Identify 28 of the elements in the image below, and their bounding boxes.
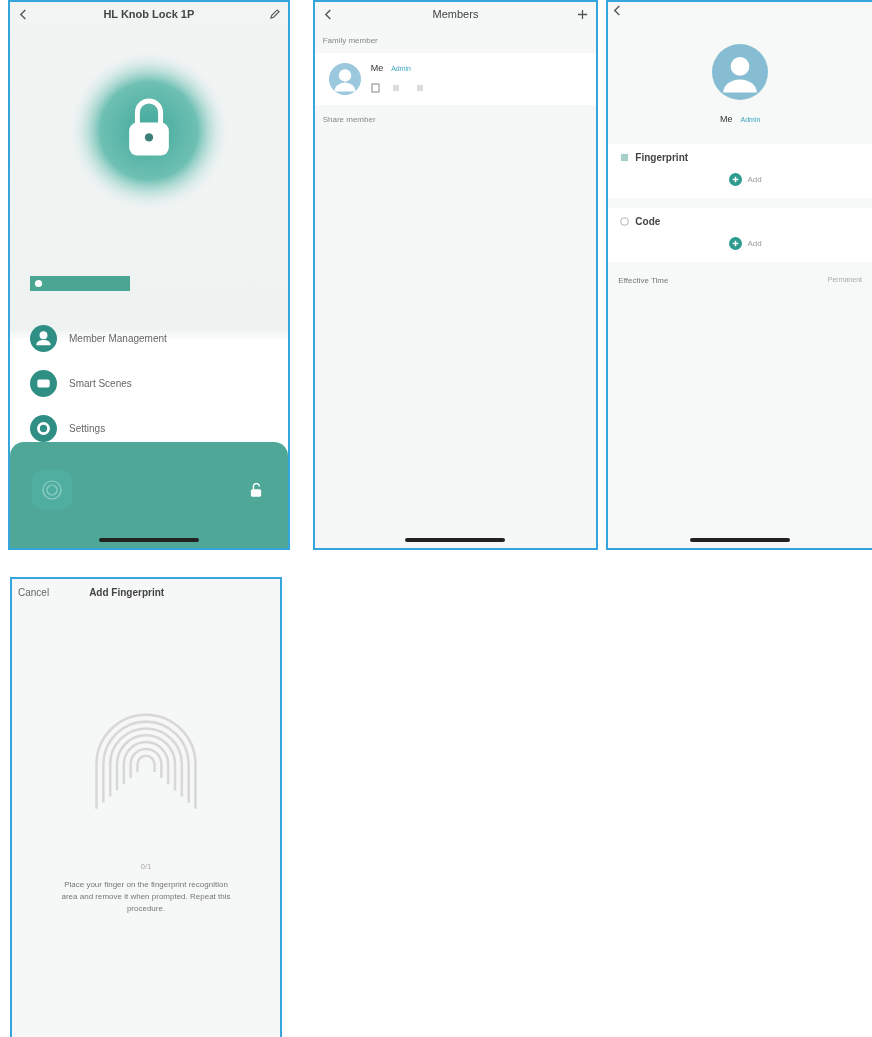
back-icon[interactable]: [322, 8, 334, 20]
section-header: Family member: [321, 35, 379, 47]
member-name: Me: [370, 63, 384, 73]
screen-title: Members: [432, 8, 479, 20]
instruction-text: Place your finger on the fingerprint recognition area and remove it when prompted. Repeat this procedure.: [60, 879, 232, 915]
menu-item[interactable]: Member Management: [30, 324, 288, 352]
unlock-icon[interactable]: [249, 483, 262, 498]
avatar-icon: [328, 63, 361, 95]
setting-label: Effective Time: [618, 276, 669, 285]
menu-item[interactable]: Smart Scenes: [30, 369, 288, 397]
member-name: Me: [719, 114, 733, 124]
avatar-icon: [712, 44, 769, 100]
plus-icon: [728, 237, 742, 250]
add-icon[interactable]: [577, 8, 589, 20]
person-icon: [30, 324, 57, 352]
gear-icon: [30, 414, 57, 442]
section-header: Share member: [321, 114, 377, 126]
plus-icon: [728, 173, 742, 186]
scene-icon: [30, 369, 57, 397]
back-icon[interactable]: [18, 8, 29, 20]
section-title: Fingerprint: [635, 152, 689, 163]
progress-counter: 0/1: [139, 862, 153, 871]
section-title: Code: [635, 216, 661, 227]
edit-icon[interactable]: [268, 8, 280, 20]
menu-item[interactable]: Settings: [30, 414, 288, 442]
screen-title: Add Fingerprint: [89, 587, 165, 598]
device-title: HL Knob Lock 1P: [103, 8, 195, 20]
cancel-button[interactable]: Cancel: [18, 587, 50, 598]
